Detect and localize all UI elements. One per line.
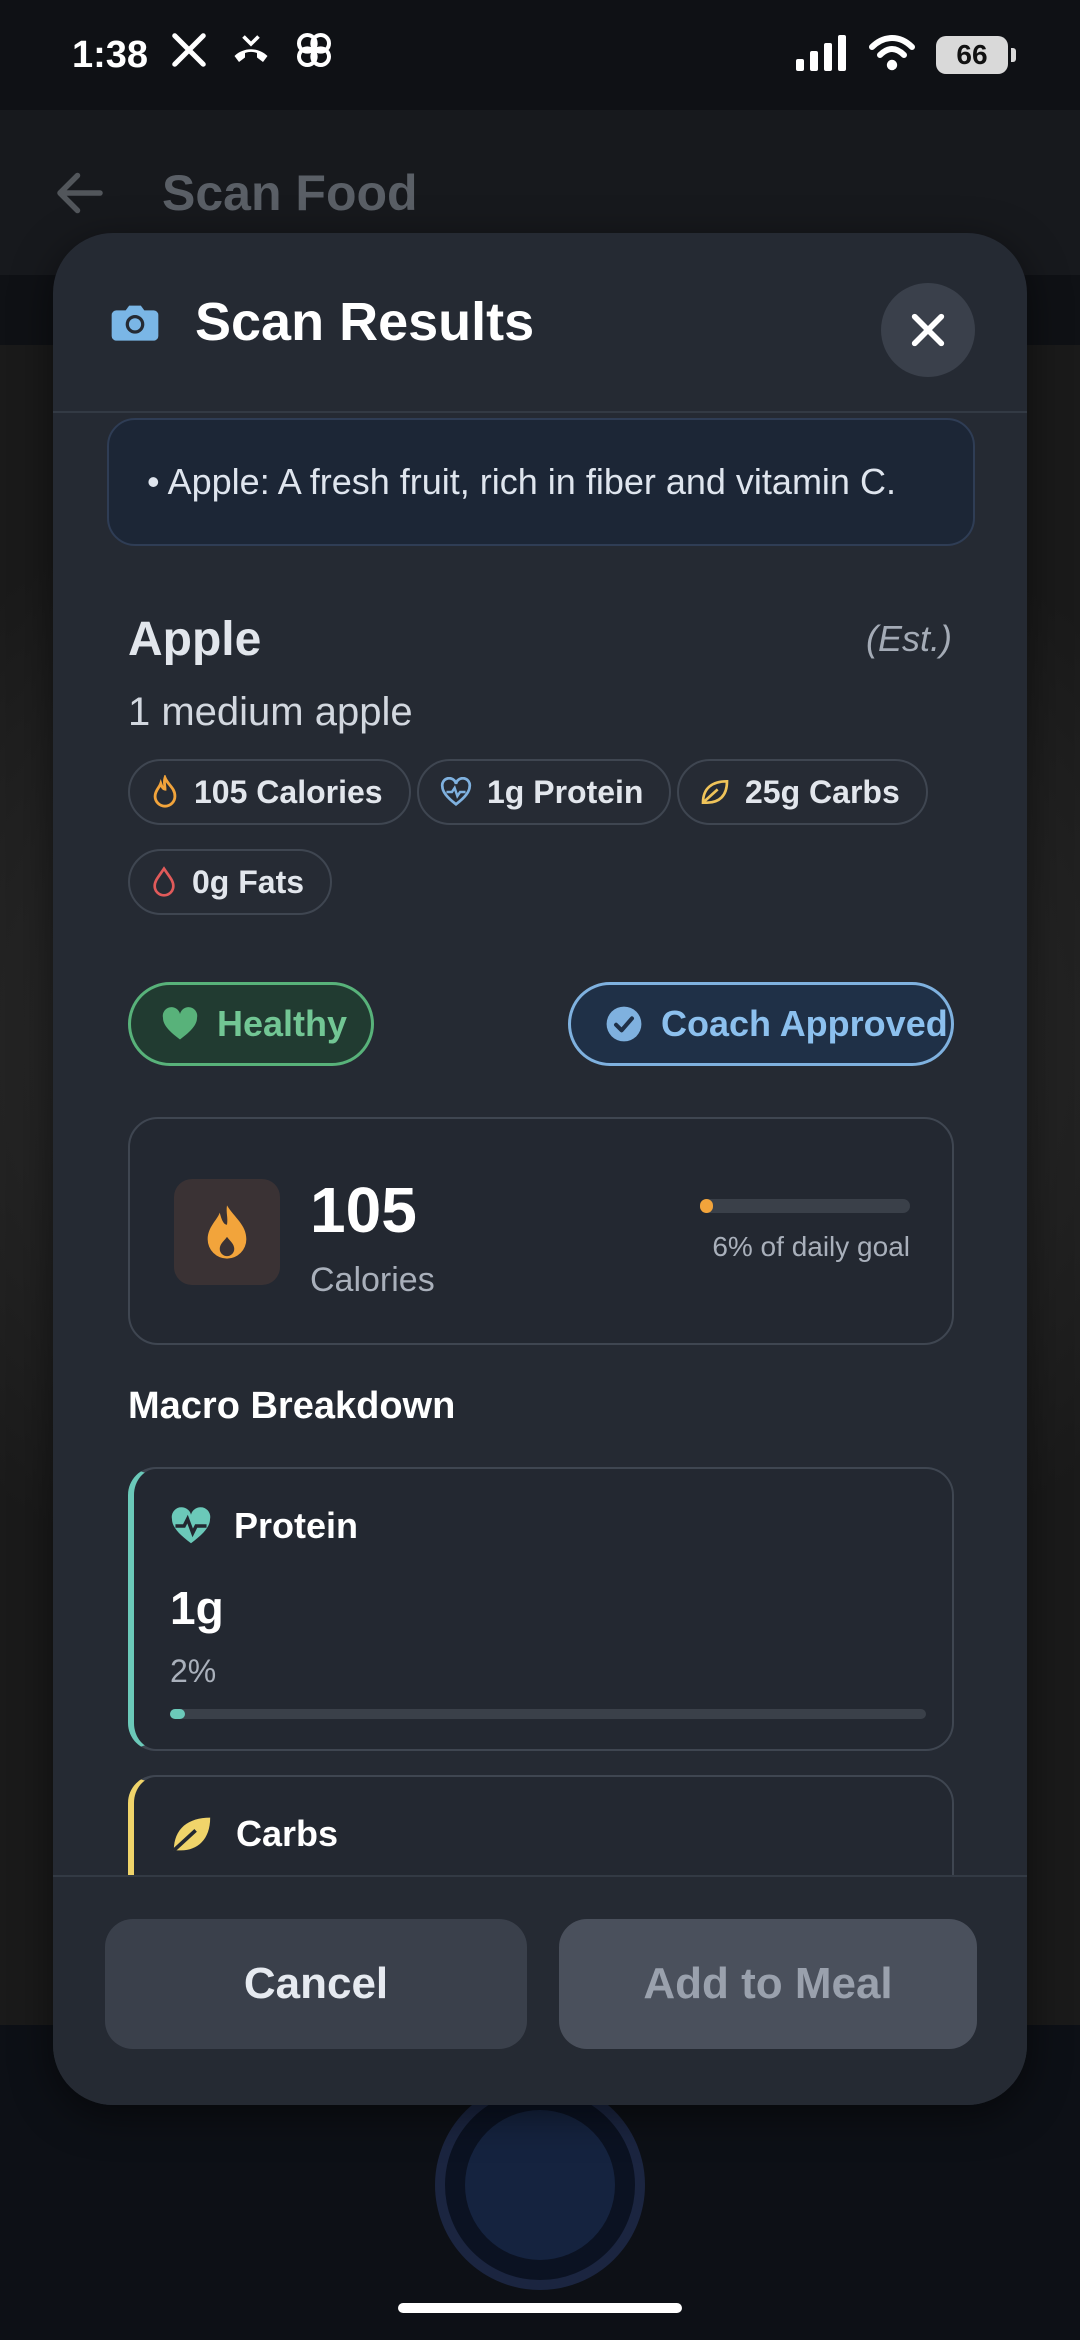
battery-level: 66 (956, 39, 988, 70)
status-left: 1:38 (72, 30, 334, 80)
modal-content: • Apple: A fresh fruit, rich in fiber an… (53, 233, 1027, 2105)
macro-breakdown-title: Macro Breakdown (128, 1385, 456, 1427)
home-indicator (398, 2303, 682, 2313)
chip-fats: 0g Fats (128, 849, 333, 915)
coach-approved-label: Coach Approved (661, 1003, 948, 1044)
battery-icon: 66 (936, 36, 1016, 74)
daily-goal-progress (700, 1199, 910, 1213)
food-description: • Apple: A fresh fruit, rich in fiber an… (107, 418, 975, 546)
status-bar: 1:38 66 (0, 0, 1080, 110)
daily-goal-text: 6% of daily goal (712, 1231, 910, 1262)
cancel-button[interactable]: Cancel (105, 1919, 527, 2049)
pinwheel-icon (294, 30, 334, 80)
chip-calories-label: 105 Calories (194, 773, 383, 810)
macro-carbs-label: Carbs (236, 1813, 339, 1854)
add-to-meal-button[interactable]: Add to Meal (559, 1919, 977, 2049)
shutter-button[interactable] (435, 2080, 645, 2290)
macro-protein-percent: 2% (170, 1653, 217, 1689)
droplet-icon (153, 866, 175, 897)
macro-card-protein: Protein 1g 2% (128, 1467, 954, 1751)
macro-protein-amount: 1g (170, 1582, 224, 1634)
chip-protein: 1g Protein (417, 759, 672, 825)
heart-icon (162, 1007, 198, 1040)
status-time: 1:38 (72, 33, 149, 76)
coach-approved-badge: Coach Approved (568, 982, 954, 1066)
food-name: Apple (128, 613, 262, 666)
heart-pulse-icon (440, 777, 472, 806)
missed-call-icon (230, 32, 272, 78)
calorie-label: Calories (310, 1261, 435, 1299)
macro-protein-header: Protein (170, 1505, 358, 1547)
background-title: Scan Food (162, 164, 418, 221)
heart-pulse-icon (171, 1507, 211, 1544)
calorie-card: 105 Calories 6% of daily goal (128, 1117, 954, 1345)
chip-fats-label: 0g Fats (192, 863, 305, 900)
leaf-icon (701, 779, 729, 804)
calorie-icon-box (174, 1179, 280, 1285)
calorie-value: 105 (310, 1174, 417, 1246)
flame-icon (153, 775, 177, 808)
serving-size: 1 medium apple (128, 690, 413, 734)
healthy-badge: Healthy (128, 982, 374, 1066)
signal-icon (796, 34, 848, 76)
scan-results-modal: Scan Results • Apple: A fresh fruit, ric… (53, 233, 1027, 2105)
estimate-tag: (Est.) (866, 618, 952, 659)
leaf-icon (172, 1817, 211, 1852)
macro-protein-progress-fill (170, 1709, 186, 1719)
daily-goal-progress-fill (700, 1199, 713, 1213)
back-arrow-icon[interactable] (50, 163, 110, 223)
chip-protein-label: 1g Protein (487, 773, 644, 810)
chip-carbs-label: 25g Carbs (745, 773, 900, 810)
wifi-icon (868, 34, 916, 76)
chip-calories: 105 Calories (128, 759, 411, 825)
modal-footer: Cancel Add to Meal (53, 1875, 1027, 2105)
flame-icon (207, 1205, 247, 1259)
x-icon (170, 31, 208, 79)
status-right: 66 (796, 34, 1016, 76)
chip-carbs: 25g Carbs (677, 759, 928, 825)
macro-carbs-header: Carbs (170, 1813, 338, 1855)
healthy-badge-label: Healthy (217, 1003, 348, 1044)
macro-protein-progress (170, 1709, 926, 1719)
macro-protein-label: Protein (234, 1505, 359, 1546)
check-circle-icon (606, 1006, 642, 1042)
